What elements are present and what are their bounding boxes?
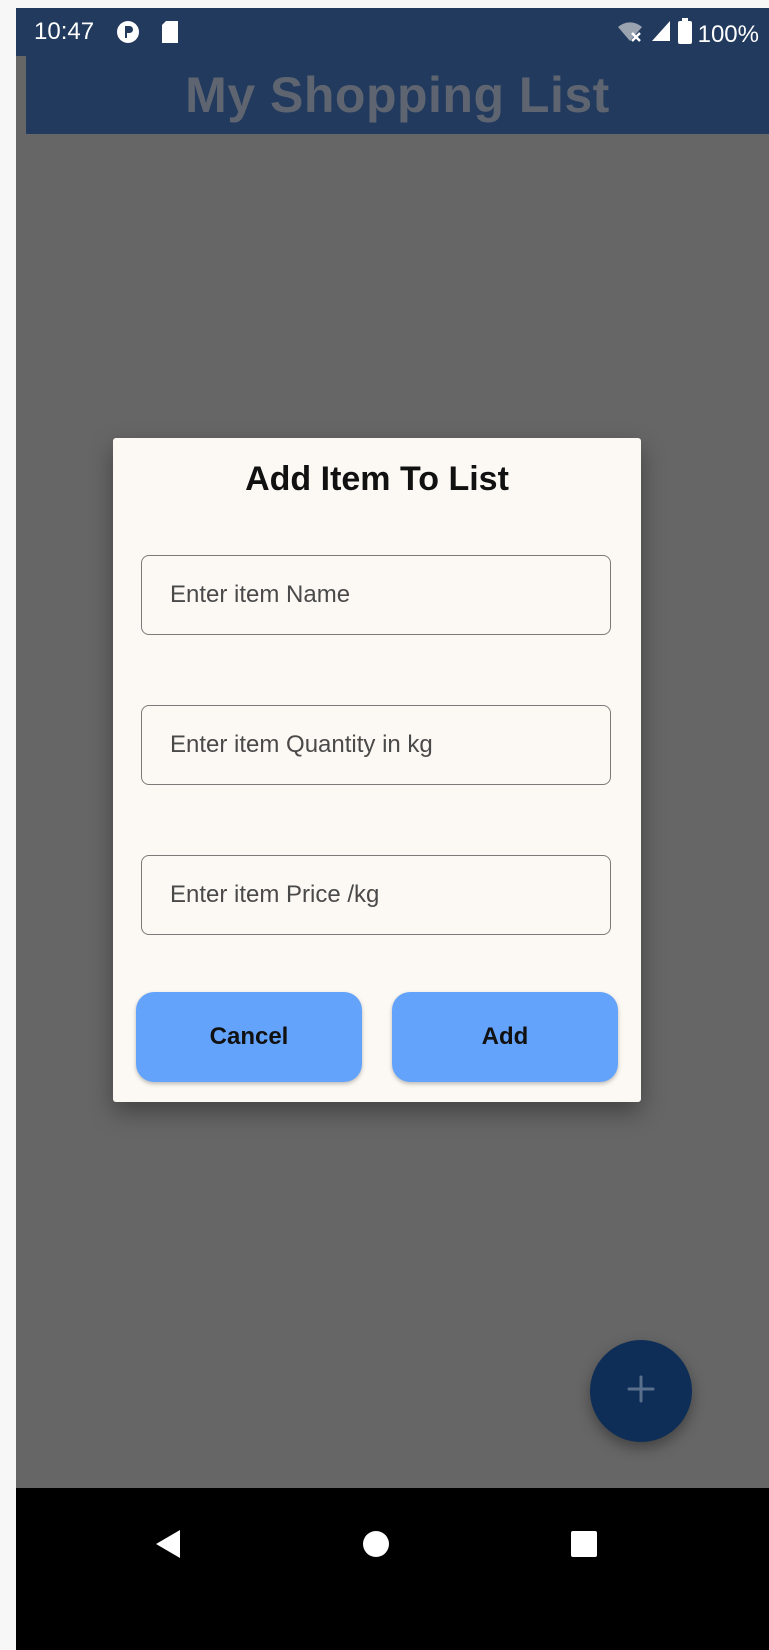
device-screen: 10:47 100% My Shopping List Add Item To … [16,8,769,1650]
add-item-fab[interactable] [590,1340,692,1442]
home-icon [362,1530,390,1563]
item-name-field[interactable] [141,555,611,635]
sd-card-icon [160,20,180,51]
back-icon [154,1529,182,1564]
item-name-input[interactable] [142,556,610,634]
dialog-title: Add Item To List [245,460,509,498]
plus-icon [626,1374,656,1409]
system-nav-bar [16,1488,769,1650]
home-button[interactable] [346,1516,406,1576]
status-time: 10:47 [34,18,95,45]
app-bar: My Shopping List [26,56,769,134]
recents-icon [570,1530,598,1563]
recents-button[interactable] [554,1516,614,1576]
app-title: My Shopping List [185,67,610,123]
add-button[interactable]: Add [392,992,618,1082]
item-quantity-field[interactable] [141,705,611,785]
p-circle-icon [116,20,140,51]
battery-icon [677,18,692,51]
back-button[interactable] [138,1516,198,1576]
status-bar: 10:47 100% [16,8,769,56]
cancel-button[interactable]: Cancel [136,992,362,1082]
wifi-off-icon [616,19,644,50]
item-price-input[interactable] [142,856,610,934]
item-quantity-input[interactable] [142,706,610,784]
status-right-group: 100% [616,18,759,51]
item-price-field[interactable] [141,855,611,935]
signal-icon [650,19,672,50]
add-item-dialog: Add Item To List Cancel Add [113,438,641,1102]
battery-percent: 100% [697,20,759,48]
